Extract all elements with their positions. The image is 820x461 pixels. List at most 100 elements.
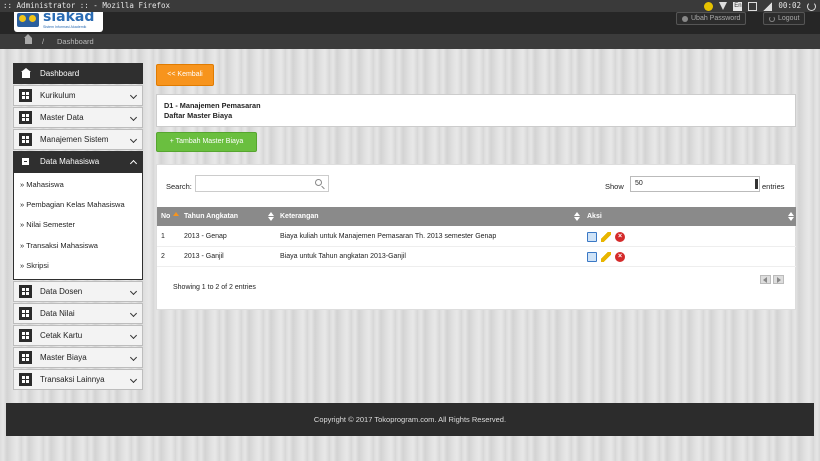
col-keterangan[interactable]: Keterangan (280, 207, 319, 226)
cell-no: 2 (161, 253, 165, 260)
sidebar-item-label: Master Data (40, 113, 84, 122)
sidebar-item-label: Manajemen Sistem (40, 135, 109, 144)
tambah-master-biaya-button[interactable]: + Tambah Master Biaya (156, 132, 257, 152)
sort-icon[interactable] (574, 212, 580, 221)
submenu-item-transaksi-mahasiswa[interactable]: » Transaksi Mahasiswa (14, 236, 142, 256)
window-title: :: Administrator :: - Mozilla Firefox (3, 1, 171, 10)
home-icon[interactable] (24, 34, 32, 44)
col-tahun-angkatan[interactable]: Tahun Angkatan (184, 207, 238, 226)
next-page-button[interactable] (773, 275, 784, 284)
kembali-button[interactable]: << Kembali (156, 64, 214, 86)
prev-page-button[interactable] (760, 275, 771, 284)
program-info-box: D1 - Manajemen Pemasaran Daftar Master B… (156, 94, 796, 127)
chevron-up-icon (129, 159, 138, 168)
sidebar-item-cetak-kartu[interactable]: Cetak Kartu (13, 324, 143, 346)
page-subtitle: Daftar Master Biaya (164, 111, 233, 120)
chevron-down-icon (129, 113, 138, 122)
clock[interactable]: 00:02 (778, 0, 801, 12)
os-top-bar: :: Administrator :: - Mozilla Firefox En… (0, 0, 820, 12)
keyboard-layout-indicator[interactable]: En (733, 1, 743, 11)
mail-icon[interactable] (748, 1, 758, 11)
table-row: 1 2013 - Genap Biaya kuliah untuk Manaje… (157, 227, 796, 247)
user-icon (682, 15, 688, 22)
edit-icon[interactable] (601, 252, 611, 262)
sidebar-item-label: Data Nilai (40, 308, 75, 318)
submenu-item-nilai-semester[interactable]: » Nilai Semester (14, 215, 142, 235)
sidebar-item-dashboard[interactable]: Dashboard (13, 63, 143, 84)
grid-icon (22, 353, 29, 361)
program-title: D1 - Manajemen Pemasaran (164, 101, 261, 110)
home-icon (20, 67, 31, 78)
sidebar-item-master-biaya[interactable]: Master Biaya (13, 346, 143, 368)
sidebar-item-manajemen-sistem[interactable]: Manajemen Sistem (13, 129, 143, 150)
sidebar-item-data-mahasiswa[interactable]: Data Mahasiswa (13, 151, 143, 172)
logout-label: Logout (778, 15, 800, 22)
col-no[interactable]: No (161, 207, 170, 226)
cell-tahun: 2013 - Ganjil (184, 253, 224, 260)
chevron-down-icon (129, 135, 138, 144)
search-input[interactable] (195, 175, 329, 192)
pause-icon (22, 158, 29, 165)
logout-button[interactable]: Logout (763, 12, 806, 25)
delete-icon[interactable]: × (615, 232, 625, 242)
grid-icon (22, 331, 29, 339)
ubah-password-label: Ubah Password (691, 15, 741, 22)
submenu-item-skripsi[interactable]: » Skripsi (14, 256, 142, 276)
footer: Copyright © 2017 Tokoprogram.com. All Ri… (6, 403, 814, 436)
col-aksi[interactable]: Aksi (587, 207, 602, 226)
view-icon[interactable] (587, 252, 597, 262)
power-icon (769, 15, 775, 22)
grid-icon (22, 309, 29, 317)
wifi-icon[interactable] (719, 2, 728, 10)
view-icon[interactable] (587, 232, 597, 242)
sort-icon[interactable] (788, 212, 794, 221)
siakad-logo[interactable]: siakad Sistem Informasi Akademik (14, 12, 103, 32)
power-icon[interactable] (807, 1, 816, 11)
sidebar-item-data-nilai[interactable]: Data Nilai (13, 302, 143, 324)
sort-icon[interactable] (268, 212, 274, 221)
sidebar-item-label: Data Dosen (40, 286, 83, 296)
user-status-icon[interactable] (704, 1, 714, 11)
submenu-item-mahasiswa[interactable]: » Mahasiswa (14, 175, 142, 195)
table-info: Showing 1 to 2 of 2 entries (173, 284, 256, 291)
grid-icon (22, 92, 29, 99)
sidebar-item-data-dosen[interactable]: Data Dosen (13, 280, 143, 302)
chevron-down-icon (129, 375, 138, 383)
system-tray: En 00:02 (704, 0, 816, 12)
logo-mark-icon (17, 13, 39, 27)
sidebar: Dashboard Kurikulum Master Data Manajeme… (13, 63, 143, 391)
sort-asc-icon[interactable] (173, 212, 179, 221)
breadcrumb-separator: / (42, 37, 45, 46)
sidebar-item-master-data[interactable]: Master Data (13, 107, 143, 128)
table-row: 2 2013 - Ganjil Biaya untuk Tahun angkat… (157, 247, 796, 267)
sidebar-item-kurikulum[interactable]: Kurikulum (13, 85, 143, 106)
grid-icon (22, 136, 29, 143)
grid-icon (22, 114, 29, 121)
sidebar-item-transaksi-lainnya[interactable]: Transaksi Lainnya (13, 368, 143, 390)
copyright-text: Copyright © 2017 Tokoprogram.com. All Ri… (313, 415, 507, 424)
cell-keterangan: Biaya kuliah untuk Manajemen Pemasaran T… (280, 233, 497, 240)
ubah-password-button[interactable]: Ubah Password (676, 12, 747, 25)
volume-icon[interactable] (763, 1, 773, 11)
page-length-select[interactable]: 50 (630, 176, 760, 192)
logo-name: siakad (43, 12, 95, 25)
sidebar-item-label: Kurikulum (40, 91, 76, 100)
cell-tahun: 2013 - Genap (184, 233, 227, 240)
select-arrow-icon (755, 179, 758, 189)
submenu-item-pembagian-kelas[interactable]: » Pembagian Kelas Mahasiswa (14, 195, 142, 215)
delete-icon[interactable]: × (615, 252, 625, 262)
chevron-down-icon (129, 309, 138, 317)
grid-icon (22, 375, 29, 383)
logo-tagline: Sistem Informasi Akademik (43, 25, 87, 29)
app-header: siakad Sistem Informasi Akademik Ubah Pa… (0, 12, 820, 34)
sidebar-item-label: Cetak Kartu (40, 330, 83, 340)
breadcrumb-current[interactable]: Dashboard (57, 34, 94, 49)
sidebar-item-label: Data Mahasiswa (40, 157, 100, 166)
chevron-down-icon (129, 331, 138, 339)
edit-icon[interactable] (601, 232, 611, 242)
sidebar-item-label: Dashboard (40, 69, 80, 78)
sidebar-item-label: Transaksi Lainnya (40, 374, 105, 384)
search-icon (315, 179, 322, 186)
show-label: Show (605, 182, 624, 191)
entries-label: entries (762, 182, 785, 191)
